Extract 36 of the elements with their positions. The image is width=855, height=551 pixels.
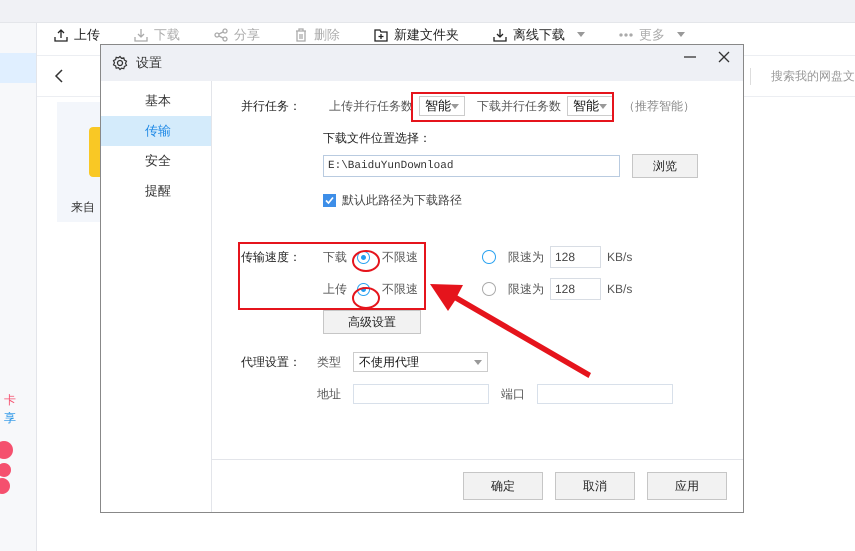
dialog-button[interactable]: 应用 xyxy=(647,472,727,500)
toolbar-button[interactable]: 上传 xyxy=(54,26,100,44)
dialog-button[interactable]: 确定 xyxy=(463,472,543,500)
speed-field[interactable]: 128 xyxy=(550,246,601,268)
dialog-button[interactable]: 取消 xyxy=(555,472,635,500)
section-label: 代理设置： xyxy=(241,354,302,371)
advanced-settings-button[interactable]: 高级设置 xyxy=(323,310,421,334)
sidebar-text: 卡 xyxy=(4,393,16,408)
hint-text: （推荐智能） xyxy=(623,98,695,114)
checkbox-label: 默认此路径为下载路径 xyxy=(342,192,462,209)
unit-label: KB/s xyxy=(607,250,632,264)
field-label: 上传 xyxy=(323,280,347,298)
radio-label: 限速为 xyxy=(508,248,544,266)
toolbar-button[interactable]: 离线下载 xyxy=(493,26,585,44)
proxy-type-select[interactable]: 不使用代理 xyxy=(353,352,488,372)
path-field[interactable]: E:\BaiduYunDownload xyxy=(323,155,620,177)
field-label: 地址 xyxy=(317,386,341,402)
dialog-title: 设置 xyxy=(136,54,162,72)
section-label: 传输速度： xyxy=(241,249,302,266)
upload-count-select[interactable]: 智能 xyxy=(419,96,465,116)
field-label: 下载 xyxy=(323,248,347,266)
browse-button[interactable]: 浏览 xyxy=(632,154,698,178)
field-label: 类型 xyxy=(317,354,341,370)
speed-field[interactable]: 128 xyxy=(550,278,601,300)
toolbar-button[interactable]: 新建文件夹 xyxy=(374,26,459,44)
field-label: 上传并行任务数 xyxy=(329,98,413,114)
section-label: 并行任务： xyxy=(241,98,302,115)
field-label: 下载并行任务数 xyxy=(477,98,561,114)
download-count-select[interactable]: 智能 xyxy=(567,96,613,116)
field-label: 下载文件位置选择： xyxy=(323,130,432,147)
radio-label: 限速为 xyxy=(508,280,544,298)
radio-label: 不限速 xyxy=(382,248,418,266)
radio-label: 不限速 xyxy=(382,280,418,298)
field-label: 端口 xyxy=(501,386,525,402)
sidebar-text: 享 xyxy=(4,411,16,426)
unit-label: KB/s xyxy=(607,282,632,296)
